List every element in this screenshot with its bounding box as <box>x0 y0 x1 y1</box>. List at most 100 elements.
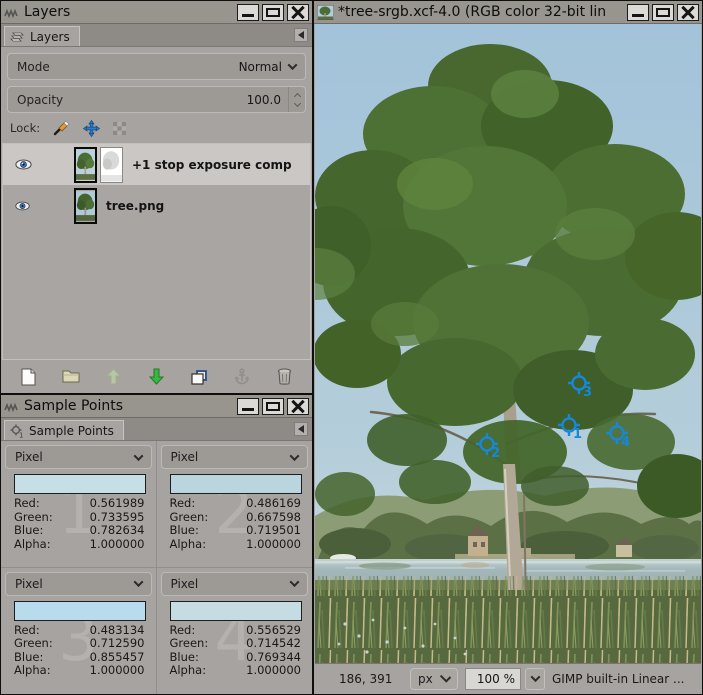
image-window: *tree-srgb.xcf-4.0 (RGB color 32-bit lin <box>313 0 703 695</box>
chevron-down-icon <box>133 577 143 587</box>
zoom-value: 100 % <box>477 672 515 686</box>
green-value: 0.667598 <box>246 511 301 525</box>
color-swatch <box>170 601 303 621</box>
close-button[interactable] <box>287 398 309 415</box>
duplicate-layer-button[interactable] <box>186 365 212 389</box>
delete-layer-button[interactable] <box>272 365 298 389</box>
lock-alpha-toggle[interactable] <box>113 122 126 135</box>
layers-window-title: Layers <box>24 4 237 20</box>
alpha-label: Alpha: <box>14 664 51 678</box>
sample-mode-select[interactable]: Pixel <box>161 445 309 469</box>
blue-label: Blue: <box>14 524 43 538</box>
layer-mode-select[interactable]: Mode Normal <box>7 53 306 80</box>
image-thumbnail-icon <box>317 5 334 20</box>
layer-thumbnail[interactable] <box>74 188 97 224</box>
blue-label: Blue: <box>170 651 199 665</box>
minimize-button[interactable] <box>237 4 259 21</box>
red-value: 0.561989 <box>90 497 145 511</box>
sample-point-panel-1: Pixel 1 Red:0.561989 Green:0.733595 Blue… <box>1 441 157 568</box>
layer-list: +1 stop exposure comp tree.png <box>2 143 311 360</box>
green-value: 0.733595 <box>90 511 145 525</box>
new-layer-button[interactable] <box>15 365 41 389</box>
lower-layer-button[interactable] <box>143 365 169 389</box>
sample-point-number: 3 <box>583 385 592 400</box>
layers-dialog: Layers Layers Mode Normal Opacity 100.0 <box>0 0 313 394</box>
sample-point-panel-3: Pixel 3 Red:0.483134 Green:0.712590 Blue… <box>1 568 157 695</box>
dock-menu-button[interactable] <box>294 422 308 436</box>
duplicate-layer-icon <box>191 369 208 385</box>
layer-row-tree-png[interactable]: tree.png <box>3 185 310 226</box>
lower-layer-icon <box>149 368 164 385</box>
layers-icon <box>10 30 25 43</box>
tree-photo <box>315 24 701 663</box>
dock-menu-button[interactable] <box>294 28 308 42</box>
lock-label: Lock: <box>10 121 40 135</box>
blue-label: Blue: <box>14 651 43 665</box>
sample-point-marker-4[interactable]: 4 <box>606 422 636 454</box>
tab-sample-points[interactable]: 1 Sample Points <box>4 420 124 440</box>
layer-row-exposure-comp[interactable]: +1 stop exposure comp <box>3 144 310 185</box>
chevron-down-icon <box>290 577 300 587</box>
green-label: Green: <box>14 637 53 651</box>
raise-layer-icon <box>106 368 121 385</box>
mode-label: Mode <box>17 60 239 74</box>
blue-value: 0.855457 <box>90 651 145 665</box>
red-label: Red: <box>14 497 40 511</box>
raise-layer-button[interactable] <box>101 365 127 389</box>
close-button[interactable] <box>287 4 309 21</box>
sample-point-icon: 1 <box>10 424 24 438</box>
red-label: Red: <box>170 497 196 511</box>
alpha-value: 1.000000 <box>246 664 301 678</box>
layer-thumbnail[interactable] <box>74 147 97 183</box>
new-group-button[interactable] <box>58 365 84 389</box>
layers-tabstrip: Layers <box>1 24 312 47</box>
visibility-eye-icon[interactable] <box>15 201 30 211</box>
minimize-button[interactable] <box>237 398 259 415</box>
sample-point-marker-2[interactable]: 2 <box>476 433 506 465</box>
red-value: 0.486169 <box>246 497 301 511</box>
blue-value: 0.769344 <box>246 651 301 665</box>
maximize-button[interactable] <box>262 4 284 21</box>
layer-name: tree.png <box>106 199 164 213</box>
alpha-value: 1.000000 <box>90 664 145 678</box>
chevron-down-icon <box>530 672 540 682</box>
anchor-layer-button[interactable] <box>229 365 255 389</box>
layer-mask-thumbnail[interactable] <box>100 147 123 183</box>
red-value: 0.483134 <box>90 624 145 638</box>
image-titlebar[interactable]: *tree-srgb.xcf-4.0 (RGB color 32-bit lin <box>314 1 702 24</box>
delete-layer-icon <box>277 368 292 385</box>
opacity-spinner[interactable] <box>288 87 305 112</box>
sample-mode-select[interactable]: Pixel <box>5 572 152 596</box>
maximize-button[interactable] <box>262 398 284 415</box>
image-canvas[interactable]: 1 2 3 <box>315 24 701 663</box>
drag-handle-icon <box>4 6 20 18</box>
new-group-icon <box>62 369 80 384</box>
spin-down-icon <box>293 99 300 106</box>
sample-points-window-title: Sample Points <box>24 398 237 414</box>
sample-points-titlebar[interactable]: Sample Points <box>1 395 312 418</box>
sample-point-marker-3[interactable]: 3 <box>568 372 598 404</box>
sample-mode-select[interactable]: Pixel <box>5 445 152 469</box>
tab-layers-label: Layers <box>30 30 70 44</box>
maximize-button[interactable] <box>652 4 674 21</box>
sample-point-marker-1[interactable]: 1 <box>558 414 588 446</box>
lock-pixels-toggle[interactable] <box>53 120 70 136</box>
lock-position-toggle[interactable] <box>83 120 100 137</box>
zoom-input[interactable]: 100 % <box>465 668 521 690</box>
alpha-label: Alpha: <box>170 538 207 552</box>
close-button[interactable] <box>677 4 699 21</box>
green-value: 0.714542 <box>246 637 301 651</box>
tab-layers[interactable]: Layers <box>4 26 80 46</box>
sample-point-number: 4 <box>621 435 630 450</box>
unit-select[interactable]: px <box>410 668 458 690</box>
sample-point-number: 2 <box>491 446 500 461</box>
chevron-down-icon <box>290 451 300 461</box>
minimize-button[interactable] <box>627 4 649 21</box>
visibility-eye-icon[interactable] <box>15 159 32 170</box>
layers-titlebar[interactable]: Layers <box>1 1 312 24</box>
svg-text:1: 1 <box>19 431 23 438</box>
sample-mode-select[interactable]: Pixel <box>161 572 309 596</box>
green-value: 0.712590 <box>90 637 145 651</box>
zoom-dropdown-button[interactable] <box>525 668 545 690</box>
opacity-slider[interactable]: Opacity 100.0 <box>7 86 306 113</box>
